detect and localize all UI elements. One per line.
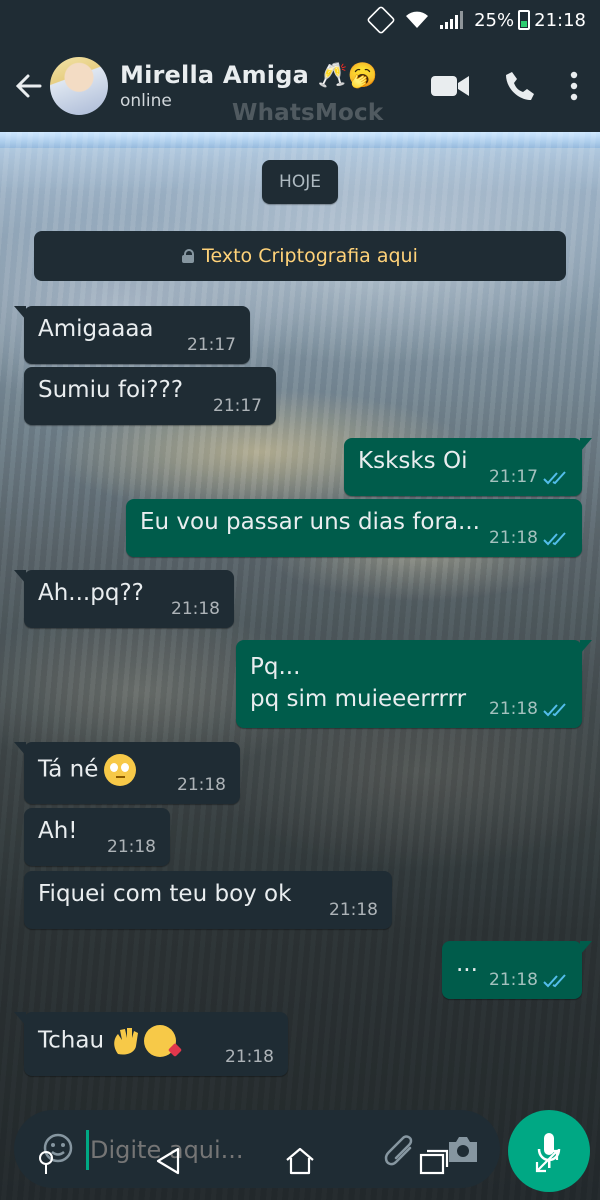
message-text: Amigaaaa [38, 316, 154, 342]
message-text: Fiquei com teu boy ok [38, 881, 292, 907]
lock-icon [182, 249, 195, 263]
message-time: 21:17 [489, 467, 538, 487]
video-call-icon[interactable] [430, 73, 470, 99]
message-input[interactable] [90, 1134, 370, 1166]
message-incoming[interactable]: Tchau 21:18 [14, 1012, 288, 1076]
message-time: 21:18 [171, 599, 220, 619]
read-double-tick-icon [543, 703, 566, 717]
message-text: Sumiu foi??? [38, 377, 184, 403]
message-text-line2: pq sim muieeerrrrr [250, 686, 467, 712]
message-text: ... [456, 951, 478, 977]
face-with-rolling-eyes-icon [104, 754, 137, 786]
read-double-tick-icon [543, 974, 566, 988]
message-text: Ah! [38, 818, 78, 844]
message-outgoing[interactable]: Ksksks Oi 21:17 [344, 438, 592, 496]
more-options-icon[interactable] [570, 71, 578, 101]
message-time: 21:18 [177, 775, 226, 795]
message-time: 21:18 [225, 1047, 274, 1067]
message-incoming[interactable]: Amigaaaa 21:17 [14, 306, 250, 364]
waving-hand-icon [114, 1028, 139, 1055]
message-text: Tchau [38, 1024, 177, 1058]
message-time: 21:18 [489, 970, 538, 990]
contact-name: Mirella Amiga 🥂🥱 [120, 61, 378, 89]
encryption-notice[interactable]: Texto Criptografia aqui [34, 231, 566, 281]
nav-recents-icon[interactable] [418, 1146, 450, 1176]
read-double-tick-icon [543, 471, 566, 485]
message-text-content: Tá né [38, 756, 99, 783]
message-time: 21:18 [489, 528, 538, 548]
date-chip: HOJE [262, 160, 338, 204]
attach-paperclip-icon[interactable] [382, 1130, 416, 1170]
auto-rotate-icon [366, 5, 396, 35]
message-time: 21:18 [107, 837, 156, 857]
face-blowing-kiss-icon [144, 1025, 177, 1057]
message-incoming[interactable]: Tá né 21:18 [14, 742, 240, 804]
battery-percent: 25% [474, 9, 515, 31]
status-bar: 25% 21:18 [0, 0, 600, 40]
message-outgoing[interactable]: Eu vou passar uns dias fora... 21:18 [126, 499, 582, 557]
clock: 21:18 [534, 9, 586, 31]
wifi-icon [406, 11, 429, 28]
nav-pin-icon[interactable] [36, 1150, 56, 1176]
message-time: 21:18 [489, 699, 538, 719]
message-text: Eu vou passar uns dias fora... [140, 509, 480, 535]
nav-home-icon[interactable] [284, 1146, 316, 1176]
contact-avatar[interactable] [50, 57, 108, 115]
encryption-notice-text: Texto Criptografia aqui [202, 245, 418, 267]
camera-icon[interactable] [446, 1134, 480, 1164]
signal-icon [440, 11, 464, 29]
message-time: 21:17 [187, 335, 236, 355]
message-time: 21:17 [213, 396, 262, 416]
nav-expand-icon[interactable] [534, 1148, 560, 1174]
message-incoming[interactable]: Sumiu foi??? 21:17 [24, 367, 276, 425]
nav-back-icon[interactable] [154, 1146, 182, 1176]
app-watermark: WhatsMock [232, 100, 384, 126]
back-arrow-icon[interactable] [12, 70, 44, 102]
message-outgoing[interactable]: Pq... pq sim muieeerrrrr 21:18 [236, 640, 592, 728]
message-text-content: Tchau [38, 1027, 105, 1054]
message-incoming[interactable]: Ah! 21:18 [24, 808, 170, 866]
message-text: Tá né [38, 754, 137, 786]
message-incoming[interactable]: Fiquei com teu boy ok 21:18 [24, 871, 392, 929]
battery-icon [518, 10, 531, 30]
text-caret [86, 1130, 89, 1170]
message-outgoing[interactable]: ... 21:18 [442, 941, 592, 999]
message-incoming[interactable]: Ah...pq?? 21:18 [14, 570, 234, 628]
message-time: 21:18 [329, 900, 378, 920]
read-double-tick-icon [543, 532, 566, 546]
message-text: Ah...pq?? [38, 580, 144, 606]
message-text-line1: Pq... [250, 654, 301, 680]
voice-call-icon[interactable] [504, 70, 536, 102]
message-text: Ksksks Oi [358, 448, 468, 474]
